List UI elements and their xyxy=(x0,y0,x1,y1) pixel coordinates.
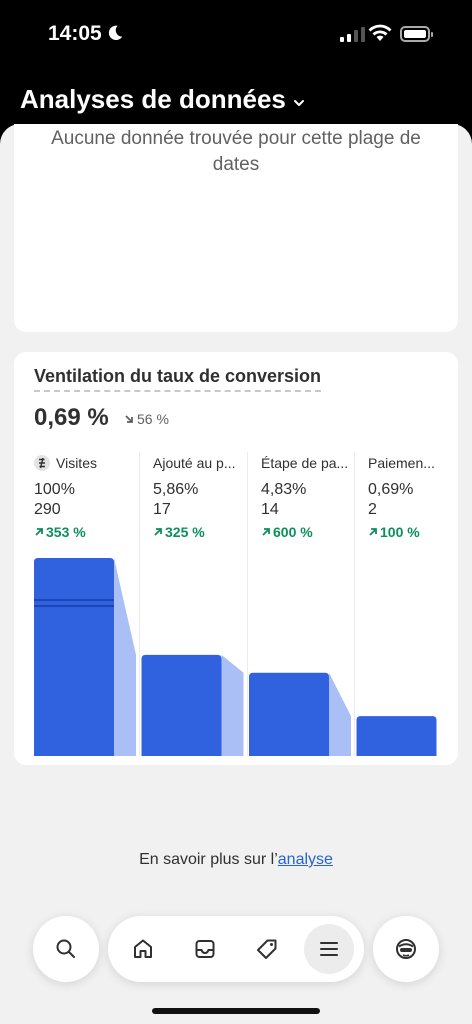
home-icon xyxy=(134,939,152,958)
column-change: 325 % xyxy=(153,524,236,540)
sidekick-icon xyxy=(396,939,416,959)
page-title-dropdown[interactable]: Analyses de données xyxy=(20,84,306,115)
wifi-icon xyxy=(368,24,392,41)
conversion-rate-value: 0,69 % xyxy=(34,404,109,431)
home-indicator xyxy=(152,1008,320,1014)
funnel-bar xyxy=(249,672,329,756)
column-change: 100 % xyxy=(368,524,435,540)
orders-icon xyxy=(195,940,215,958)
column-percent: 4,83% xyxy=(261,481,307,498)
arrow-up-right-icon xyxy=(369,528,377,536)
column-label: Ajouté au p... xyxy=(153,455,236,471)
funnel-bar xyxy=(141,654,222,756)
column-label: Étape de pa... xyxy=(261,455,349,471)
column-change: 600 % xyxy=(261,524,348,540)
arrow-up-right-icon xyxy=(154,528,162,536)
search-icon xyxy=(56,939,75,958)
column-percent: 100% xyxy=(34,481,75,498)
funnel-bar xyxy=(356,716,437,756)
funnel-connector xyxy=(221,654,244,756)
learn-more-link[interactable]: analyse xyxy=(278,851,333,868)
arrow-up-right-icon xyxy=(35,528,43,536)
empty-data-card: Aucune donnée trouvée pour cette plage d… xyxy=(14,124,458,332)
page-title: Analyses de données xyxy=(20,84,286,114)
moon-icon xyxy=(108,25,123,41)
search-button[interactable] xyxy=(33,916,99,982)
column-percent: 0,69% xyxy=(368,481,414,498)
status-bar: 14:05 xyxy=(0,0,472,70)
cellular-signal-icon xyxy=(340,26,365,42)
funnel-column-checkout-step[interactable]: Étape de pa... 4,83% 14 600 % xyxy=(261,455,348,540)
funnel-chart-svg xyxy=(34,558,437,756)
column-count: 290 xyxy=(34,501,61,518)
column-count: 2 xyxy=(368,501,377,518)
column-percent: 5,86% xyxy=(153,481,199,498)
conversion-rate-change: 56 % xyxy=(124,411,169,427)
nav-menu-button[interactable] xyxy=(304,924,354,974)
status-time: 14:05 xyxy=(48,22,102,45)
funnel-bar xyxy=(34,558,114,756)
bottom-nav xyxy=(108,916,364,982)
empty-state-message: Aucune donnée trouvée pour cette plage d… xyxy=(51,128,421,175)
battery-icon xyxy=(400,26,433,42)
column-change: 353 % xyxy=(34,524,97,540)
funnel-column-visits[interactable]: Visites 100% 290 353 % xyxy=(34,455,97,540)
menu-icon xyxy=(320,942,338,956)
nav-products-button[interactable] xyxy=(242,924,292,974)
change-percent: 56 % xyxy=(137,411,169,427)
arrow-down-right-icon xyxy=(125,415,133,423)
funnel-connector xyxy=(114,558,136,756)
column-count: 17 xyxy=(153,501,171,518)
card-title[interactable]: Ventilation du taux de conversion xyxy=(34,366,322,392)
funnel-column-added-to-cart[interactable]: Ajouté au p... 5,86% 17 325 % xyxy=(153,455,236,540)
funnel-column-payment[interactable]: Paiemen... 0,69% 2 100 % xyxy=(368,455,435,540)
products-tag-icon xyxy=(257,939,277,959)
column-label: Paiemen... xyxy=(368,455,435,471)
sidekick-button[interactable] xyxy=(373,916,439,982)
nav-orders-button[interactable] xyxy=(180,924,230,974)
learn-more-text: En savoir plus sur l’analyse xyxy=(139,851,333,868)
arrow-up-right-icon xyxy=(262,528,270,536)
column-count: 14 xyxy=(261,501,279,518)
funnel-connector xyxy=(329,672,351,756)
nav-home-button[interactable] xyxy=(118,924,168,974)
funnel-chart xyxy=(34,540,438,756)
chevron-down-icon xyxy=(293,99,304,106)
column-label: Visites xyxy=(56,455,97,471)
visits-icon xyxy=(34,455,50,471)
